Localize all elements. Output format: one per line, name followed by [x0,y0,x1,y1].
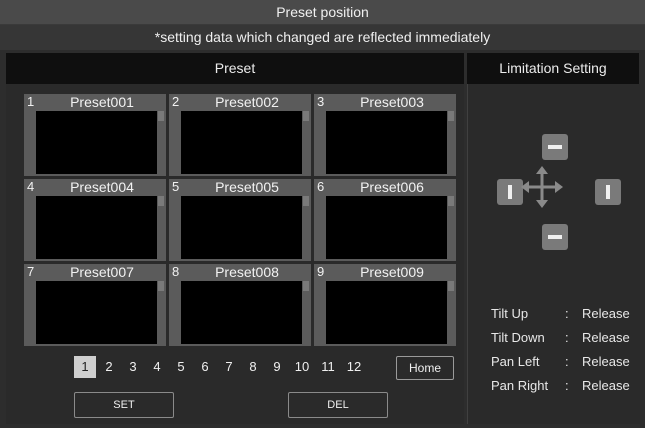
page-button-4[interactable]: 4 [146,356,168,378]
preset-number: 9 [317,264,325,279]
preset-name: Preset001 [70,94,134,110]
preset-thumbnail[interactable] [326,196,447,259]
set-button[interactable]: SET [74,392,174,418]
move-arrows-icon [521,166,563,208]
window-title: Preset position [0,0,645,25]
page-button-2[interactable]: 2 [98,356,120,378]
page-button-11[interactable]: 11 [316,356,340,378]
scroll-indicator [303,281,309,291]
limit-value: Release [582,306,630,321]
preset-number: 5 [172,179,180,194]
preset-thumbnail[interactable] [181,196,302,259]
preset-cell-3[interactable]: 3 Preset003 [314,94,456,176]
preset-window: Preset position *setting data which chan… [0,0,645,428]
limit-separator: : [565,306,569,321]
preset-grid: 1 Preset001 2 Preset002 3 Preset003 4 Pr… [24,94,460,346]
minus-icon [548,235,562,239]
preset-cell-2[interactable]: 2 Preset002 [169,94,311,176]
delete-button[interactable]: DEL [288,392,388,418]
scroll-indicator [448,281,454,291]
scroll-indicator [158,196,164,206]
page-selector: 1 2 3 4 5 6 7 8 9 10 11 12 [74,356,368,378]
preset-name: Preset008 [215,264,279,280]
preset-name: Preset009 [360,264,424,280]
limit-label: Tilt Up [491,306,529,321]
page-button-7[interactable]: 7 [218,356,240,378]
preset-number: 8 [172,264,180,279]
minus-icon [548,145,562,149]
preset-name: Preset004 [70,179,134,195]
scroll-indicator [158,281,164,291]
limit-separator: : [565,354,569,369]
limit-value: Release [582,378,630,393]
limit-value: Release [582,330,630,345]
preset-name: Preset005 [215,179,279,195]
limit-label: Tilt Down [491,330,545,345]
scroll-indicator [303,196,309,206]
preset-thumbnail[interactable] [36,111,157,174]
limitation-panel: Tilt Up : Release Tilt Down : Release Pa… [467,84,640,424]
limit-label: Pan Right [491,378,549,393]
preset-cell-5[interactable]: 5 Preset005 [169,179,311,261]
scroll-indicator [303,111,309,121]
tilt-down-limit-button[interactable] [542,224,568,250]
preset-name: Preset002 [215,94,279,110]
tilt-up-limit-button[interactable] [542,134,568,160]
page-button-1[interactable]: 1 [74,356,96,378]
preset-name: Preset006 [360,179,424,195]
limit-separator: : [565,330,569,345]
page-button-12[interactable]: 12 [342,356,366,378]
preset-name: Preset003 [360,94,424,110]
preset-thumbnail[interactable] [36,281,157,344]
bar-icon [606,185,610,199]
preset-cell-7[interactable]: 7 Preset007 [24,264,166,346]
page-button-10[interactable]: 10 [290,356,314,378]
preset-section-header: Preset [6,53,464,84]
page-button-6[interactable]: 6 [194,356,216,378]
page-button-5[interactable]: 5 [170,356,192,378]
preset-number: 1 [27,94,35,109]
pan-left-limit-button[interactable] [497,179,523,205]
preset-number: 4 [27,179,35,194]
preset-cell-6[interactable]: 6 Preset006 [314,179,456,261]
page-button-3[interactable]: 3 [122,356,144,378]
scroll-indicator [448,111,454,121]
preset-cell-1[interactable]: 1 Preset001 [24,94,166,176]
bar-icon [508,185,512,199]
preset-thumbnail[interactable] [36,196,157,259]
scroll-indicator [158,111,164,121]
preset-number: 3 [317,94,325,109]
preset-cell-4[interactable]: 4 Preset004 [24,179,166,261]
notice-text: *setting data which changed are reflecte… [0,25,645,50]
scroll-indicator [448,196,454,206]
preset-number: 6 [317,179,325,194]
limit-label: Pan Left [491,354,540,369]
pan-right-limit-button[interactable] [595,179,621,205]
page-button-8[interactable]: 8 [242,356,264,378]
preset-cell-8[interactable]: 8 Preset008 [169,264,311,346]
preset-thumbnail[interactable] [326,111,447,174]
page-button-9[interactable]: 9 [266,356,288,378]
limitation-section-header: Limitation Setting [467,53,639,84]
preset-cell-9[interactable]: 9 Preset009 [314,264,456,346]
limit-value: Release [582,354,630,369]
preset-number: 7 [27,264,35,279]
preset-panel: 1 Preset001 2 Preset002 3 Preset003 4 Pr… [6,84,464,424]
preset-name: Preset007 [70,264,134,280]
preset-thumbnail[interactable] [181,111,302,174]
preset-thumbnail[interactable] [326,281,447,344]
preset-thumbnail[interactable] [181,281,302,344]
limit-separator: : [565,378,569,393]
preset-number: 2 [172,94,180,109]
home-button[interactable]: Home [396,356,454,380]
